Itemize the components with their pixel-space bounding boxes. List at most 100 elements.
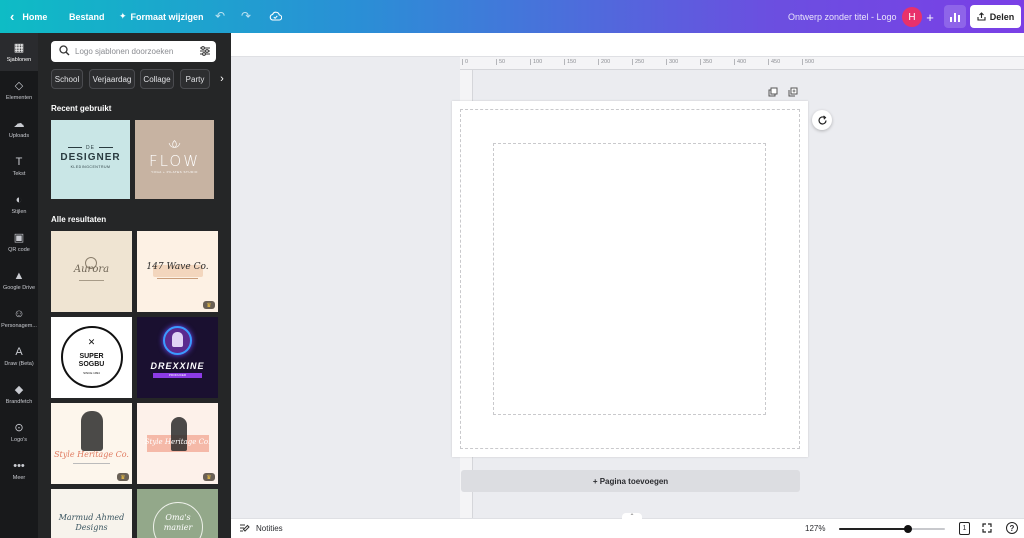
chip-collage[interactable]: Collage	[140, 69, 174, 89]
sparkle-icon: ✦	[119, 11, 127, 21]
rail-item-label: Uploads	[8, 132, 30, 139]
add-page-button[interactable]: + Pagina toevoegen	[461, 470, 800, 492]
rail-item-tekst[interactable]: T Tekst	[0, 147, 38, 185]
undo-icon[interactable]: ↶	[213, 9, 227, 23]
figure-illustration	[81, 411, 103, 451]
chip-verjaardag[interactable]: Verjaardag	[89, 69, 135, 89]
notes-icon	[240, 524, 250, 532]
recent-template-designer[interactable]: DE DESIGNER KLEDINGCENTRUM	[51, 120, 130, 199]
redo-icon[interactable]: ↷	[239, 9, 253, 23]
template-title: Oma's manier	[163, 513, 193, 532]
bar-chart-icon	[950, 13, 960, 22]
rail-item-elementen[interactable]: ◇ Elementen	[0, 71, 38, 109]
resize-button[interactable]: ✦ Formaat wijzigen	[119, 0, 204, 33]
template-result-style-heritage-1[interactable]: Style Heritage Co. ♛	[51, 403, 132, 484]
template-search-box[interactable]	[51, 41, 216, 62]
user-avatar[interactable]: H	[902, 7, 922, 27]
rail-item-label: Logo's	[10, 436, 28, 443]
draw-icon: A	[15, 345, 23, 358]
rail-item-logo-s[interactable]: ⊙ Logo's	[0, 413, 38, 451]
design-title[interactable]: Ontwerp zonder titel - Logo	[788, 0, 897, 33]
chip-party[interactable]: Party	[180, 69, 210, 89]
zoom-level[interactable]: 127%	[805, 524, 825, 533]
chevron-up-icon[interactable]: ⌃	[622, 513, 642, 520]
safe-margin-guide	[493, 143, 766, 415]
ruler-tick-label: 50	[496, 59, 505, 65]
template-result-omas-manier[interactable]: Oma's manier	[137, 489, 218, 538]
template-result-drexxine[interactable]: DREXXINE PRODUCER	[137, 317, 218, 398]
template-subtitle: KLEDINGCENTRUM	[70, 165, 111, 169]
character-icon: ☺	[13, 307, 25, 320]
template-result-marmud[interactable]: Marmud Ahmed Designs	[51, 489, 132, 538]
template-subtitle: YOGA + PILATES STUDIO	[151, 170, 198, 174]
templates-panel: School Verjaardag Collage Party › Recent…	[38, 33, 231, 538]
rail-item-stijlen[interactable]: ◐ Stijlen	[0, 185, 38, 223]
logos-icon: ⊙	[14, 421, 24, 434]
rail-item-label: Elementen	[5, 94, 33, 101]
template-result-aurora[interactable]: Aurora	[51, 231, 132, 312]
text-icon: T	[15, 155, 23, 168]
chip-school[interactable]: School	[51, 69, 83, 89]
rail-item-label: Personagem...	[1, 322, 37, 329]
home-label: Home	[22, 11, 48, 22]
rail-item-label: Google Drive	[2, 284, 36, 291]
file-menu-button[interactable]: Bestand	[69, 0, 105, 33]
home-button[interactable]: ‹ Home	[10, 0, 47, 33]
rail-item-personagem[interactable]: ☺ Personagem...	[0, 299, 38, 337]
zoom-slider[interactable]	[839, 525, 945, 533]
ruler-tick-label: 200	[598, 59, 610, 65]
template-result-style-heritage-2[interactable]: Style Heritage Co. ♛	[137, 403, 218, 484]
rail-item-sjablonen[interactable]: ▦ Sjablonen	[0, 33, 38, 71]
magic-refresh-icon[interactable]	[812, 110, 832, 130]
qr-code-icon: ▣	[13, 231, 25, 244]
premium-crown-icon: ♛	[203, 301, 215, 309]
filter-sliders-icon[interactable]	[199, 45, 211, 57]
design-page[interactable]	[452, 101, 808, 457]
more-icon: •••	[13, 459, 25, 472]
template-icon: ▦	[13, 41, 25, 54]
template-pretitle: DE	[86, 145, 95, 151]
resize-label[interactable]: Formaat wijzigen	[131, 12, 204, 22]
horizontal-ruler: 0 50 100 150 200 250 300 350 400 450 500	[460, 57, 1024, 70]
rail-item-draw-beta[interactable]: A Draw (Beta)	[0, 337, 38, 375]
template-result-wave[interactable]: 147 Wave Co. ♛	[137, 231, 218, 312]
results-section-title: Alle resultaten	[51, 215, 107, 224]
fullscreen-icon[interactable]	[981, 522, 993, 534]
share-button[interactable]: Delen	[970, 5, 1021, 28]
canvas-area: 0 50 100 150 200 250 300 350 400 450 500 0 50 100 150…	[231, 33, 1024, 518]
template-search-input[interactable]	[75, 44, 193, 59]
ruler-tick-label: 0	[462, 59, 468, 65]
zoom-slider-knob[interactable]	[903, 525, 912, 533]
rail-item-qr-code[interactable]: ▣ QR code	[0, 223, 38, 261]
rail-item-label: Stijlen	[11, 208, 27, 215]
cloud-sync-icon[interactable]	[268, 9, 282, 23]
cutlery-icon: ✕	[87, 337, 96, 347]
template-title: FLOW	[148, 152, 201, 170]
rail-item-brandfetch[interactable]: ◆ Brandfetch	[0, 375, 38, 413]
contextual-toolbar	[231, 33, 1024, 57]
ruler-tick-label: 300	[666, 59, 678, 65]
status-bar: ⌃ Notities 127% 1 ?	[231, 513, 1024, 538]
page-count-button[interactable]: 1	[959, 522, 970, 535]
ruler-tick-label: 500	[802, 59, 814, 65]
insights-button[interactable]	[944, 5, 966, 28]
ruler-tick-label: 400	[734, 59, 746, 65]
brandfetch-icon: ◆	[14, 383, 24, 396]
rail-item-uploads[interactable]: ☁ Uploads	[0, 109, 38, 147]
template-title: SUPER SOGBU	[78, 353, 105, 368]
template-result-super-sogbu[interactable]: ✕ SUPER SOGBU SINCE 1994	[51, 317, 132, 398]
chevron-right-icon[interactable]: ›	[216, 69, 228, 89]
duplicate-page-icon[interactable]	[767, 86, 779, 98]
rail-item-meer[interactable]: ••• Meer	[0, 451, 38, 489]
template-title: DESIGNER	[60, 152, 121, 163]
zoom-slider-fill	[839, 528, 908, 530]
rail-item-label: QR code	[8, 246, 30, 253]
notes-button[interactable]: Notities	[239, 523, 283, 533]
rail-item-google-drive[interactable]: ▲ Google Drive	[0, 261, 38, 299]
ruler-tick-label: 250	[632, 59, 644, 65]
add-page-icon[interactable]	[787, 86, 799, 98]
ruler-tick-label: 450	[768, 59, 780, 65]
add-collaborator-icon[interactable]: +	[921, 7, 939, 27]
recent-template-flow[interactable]: FLOW YOGA + PILATES STUDIO	[135, 120, 214, 199]
help-icon[interactable]: ?	[1006, 522, 1018, 534]
